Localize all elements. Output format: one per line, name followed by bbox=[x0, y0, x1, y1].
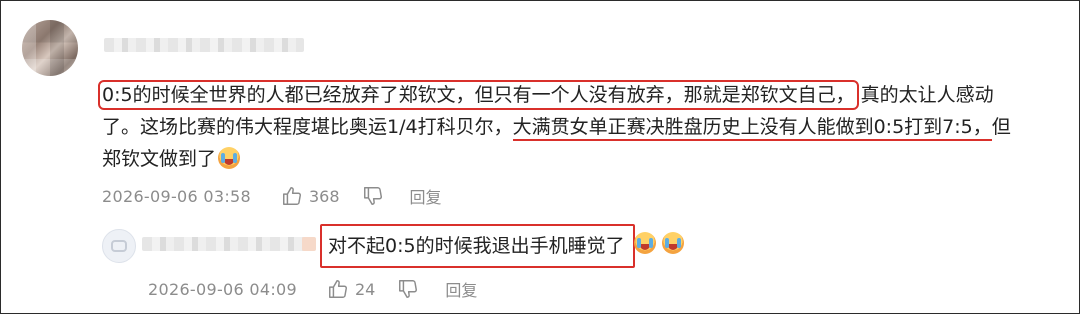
thumbs-down-icon bbox=[397, 278, 419, 300]
comment-line-1: 0:5的时候全世界的人都已经放弃了郑钦文，但只有一个人没有放弃，那就是郑钦文自己… bbox=[98, 79, 1062, 111]
replier-name-redacted[interactable] bbox=[142, 237, 316, 251]
crying-face-icon bbox=[218, 147, 241, 169]
comment-text-segment: 真的太让人感动 bbox=[860, 84, 994, 106]
comment-text-segment: 但 bbox=[991, 116, 1011, 138]
comment-line-3: 郑钦文做到了 bbox=[102, 143, 1062, 175]
comment-meta: 2026-09-06 03:58 368 回复 bbox=[102, 184, 442, 208]
underlined-phrase: 大满贯女单正赛决胜盘历史上没有人能做到0:5打到7:5， bbox=[512, 116, 992, 141]
reply-body-boxed: 对不起0:5的时候我退出手机睡觉了 bbox=[320, 224, 635, 268]
reply-timestamp: 2026-09-06 04:09 bbox=[148, 279, 297, 299]
dislike-button[interactable] bbox=[397, 278, 419, 300]
like-count: 368 bbox=[308, 186, 340, 206]
crying-face-icon bbox=[662, 232, 684, 254]
replier-avatar[interactable] bbox=[102, 229, 136, 263]
comment-line-2: 了。这场比赛的伟大程度堪比奥运1/4打科贝尔，大满贯女单正赛决胜盘历史上没有人能… bbox=[102, 111, 1062, 143]
thumbs-down-icon bbox=[362, 185, 384, 207]
commenter-name-redacted[interactable] bbox=[104, 38, 304, 52]
like-button[interactable]: 368 bbox=[281, 185, 340, 207]
reply-meta: 2026-09-06 04:09 24 回复 bbox=[148, 277, 477, 301]
comment-timestamp: 2026-09-06 03:58 bbox=[102, 186, 251, 206]
comment-body: 0:5的时候全世界的人都已经放弃了郑钦文，但只有一个人没有放弃，那就是郑钦文自己… bbox=[98, 79, 1062, 175]
commenter-avatar[interactable] bbox=[22, 20, 78, 76]
thumbs-up-icon bbox=[327, 278, 349, 300]
reply-emojis bbox=[632, 232, 684, 254]
comment-text-segment: 了。这场比赛的伟大程度堪比奥运1/4打科贝尔， bbox=[102, 116, 513, 138]
highlighted-phrase-box: 0:5的时候全世界的人都已经放弃了郑钦文，但只有一个人没有放弃，那就是郑钦文自己… bbox=[98, 80, 859, 110]
comment-text-segment: 郑钦文做到了 bbox=[102, 148, 217, 170]
thumbs-up-icon bbox=[281, 185, 303, 207]
reply-button[interactable]: 回复 bbox=[445, 277, 477, 301]
reply-button[interactable]: 回复 bbox=[410, 184, 442, 208]
like-count: 24 bbox=[354, 279, 376, 299]
crying-face-icon bbox=[634, 232, 656, 254]
dislike-button[interactable] bbox=[362, 185, 384, 207]
like-button[interactable]: 24 bbox=[327, 278, 375, 300]
